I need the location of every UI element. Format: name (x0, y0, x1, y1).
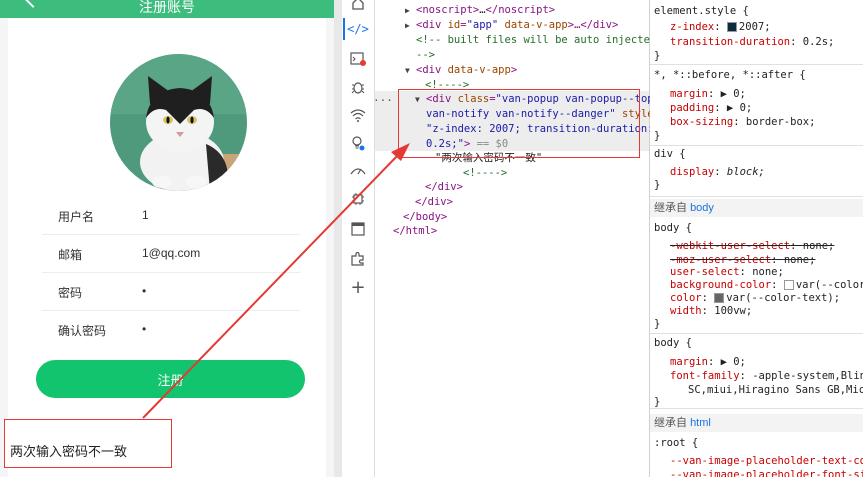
dom-node-data-v-app[interactable]: ▼ <div data-v-app> (405, 63, 517, 78)
mobile-app-panel: 注册账号 用户名 1 邮箱 1@qq.com 密码 • 确认密码 • 注册 两次… (0, 0, 334, 477)
username-label: 用户名 (58, 210, 95, 224)
dom-close-div[interactable]: </div> (415, 195, 453, 210)
confirm-password-label: 确认密码 (58, 324, 107, 338)
devtools-toolbar: </> + (342, 0, 375, 477)
dom-close-body[interactable]: </body> (403, 210, 447, 225)
style-prop[interactable]: -webkit-user-select: none; (670, 239, 834, 254)
style-prop[interactable]: margin: ▶ 0; (670, 87, 746, 102)
panel-divider[interactable] (334, 0, 342, 477)
notify-highlight-box: 两次输入密码不一致 (4, 419, 172, 468)
application-icon[interactable] (347, 218, 369, 240)
inherited-from-body: 继承自 body (650, 199, 863, 217)
style-prop[interactable]: font-family: -apple-system,BlinkM (670, 369, 863, 384)
body-rule: body { -webkit-user-select: none; -moz-u… (650, 219, 863, 334)
dom-node-app[interactable]: ▶ <div id="app" data-v-app>…</div> (405, 18, 618, 33)
dom-comment[interactable]: <!----> (463, 166, 507, 181)
wifi-icon[interactable] (347, 104, 369, 126)
dom-comment[interactable]: <!-- built files will be auto injected (416, 33, 656, 48)
style-prop[interactable]: z-index: 2007; (670, 20, 771, 35)
confirm-password-row[interactable]: 确认密码 • (42, 310, 300, 348)
element-style-rule: element.style { z-index: 2007; transitio… (650, 0, 863, 65)
style-prop[interactable]: display: block; (670, 165, 765, 180)
universal-rule: *, *::before, *::after { margin: ▶ 0; pa… (650, 65, 863, 146)
selected-node-annotation-box (398, 89, 640, 158)
dom-comment[interactable]: --> (416, 48, 435, 63)
home-icon[interactable] (347, 0, 369, 14)
cat-photo-icon (110, 54, 247, 191)
extensions-icon[interactable] (347, 248, 369, 270)
lightbulb-icon[interactable] (347, 132, 369, 154)
inherited-from-html: 继承自 html (650, 414, 863, 432)
username-field[interactable]: 1 (142, 208, 149, 222)
dom-node-noscript[interactable]: ▶ <noscript>…</noscript> (405, 3, 555, 18)
notify-text: 两次输入密码不一致 (10, 444, 128, 459)
avatar (110, 54, 247, 191)
color-swatch-icon[interactable] (714, 293, 725, 303)
email-field[interactable]: 1@qq.com (142, 246, 200, 260)
style-prop[interactable]: box-sizing: border-box; (670, 115, 815, 130)
more-dots-icon[interactable]: ··· (373, 93, 393, 108)
color-swatch-icon[interactable] (726, 22, 737, 32)
password-row[interactable]: 密码 • (42, 272, 300, 311)
body-rule-2: body { margin: ▶ 0; font-family: -apple-… (650, 334, 863, 409)
password-field[interactable]: • (142, 284, 146, 298)
inherited-body-link[interactable]: body (690, 202, 714, 214)
performance-icon[interactable] (347, 160, 369, 182)
email-label: 邮箱 (58, 248, 83, 262)
memory-icon[interactable] (347, 188, 369, 210)
code-icon[interactable]: </> (343, 18, 369, 40)
plus-icon[interactable]: + (347, 276, 369, 298)
register-button[interactable]: 注册 (36, 360, 305, 398)
dom-close-div[interactable]: </div> (425, 180, 463, 195)
styles-panel: element.style { z-index: 2007; transitio… (650, 0, 863, 477)
style-prop[interactable]: transition-duration: 0.2s; (670, 35, 834, 50)
nav-title: 注册账号 (139, 0, 195, 15)
username-row[interactable]: 用户名 1 (42, 196, 300, 235)
div-rule: div { display: block; } (650, 146, 863, 197)
elements-panel: ··· ▶ <noscript>…</noscript> ▶ <div id="ap… (373, 0, 660, 477)
style-prop[interactable]: margin: ▶ 0; (670, 355, 746, 370)
confirm-password-field[interactable]: • (142, 322, 146, 336)
dom-close-html[interactable]: </html> (393, 224, 437, 239)
style-prop-continuation: SC,miui,Hiragino Sans GB,Micro (688, 384, 863, 396)
style-prop[interactable]: --van-image-placeholder-text-colo (670, 454, 863, 469)
register-card: 用户名 1 邮箱 1@qq.com 密码 • 确认密码 • 注册 (8, 18, 326, 477)
nav-bar: 注册账号 (0, 0, 334, 18)
email-row[interactable]: 邮箱 1@qq.com (42, 234, 300, 273)
console-icon[interactable] (347, 48, 369, 70)
bug-icon[interactable] (347, 76, 369, 98)
inherited-html-link[interactable]: html (690, 417, 711, 429)
style-prop[interactable]: padding: ▶ 0; (670, 101, 752, 116)
root-rule: :root { --van-image-placeholder-text-col… (650, 434, 863, 477)
password-label: 密码 (58, 286, 83, 300)
style-prop[interactable]: width: 100vw; (670, 304, 752, 319)
color-swatch-icon[interactable] (783, 280, 794, 290)
style-prop[interactable]: --van-image-placeholder-font-siz (670, 468, 863, 477)
